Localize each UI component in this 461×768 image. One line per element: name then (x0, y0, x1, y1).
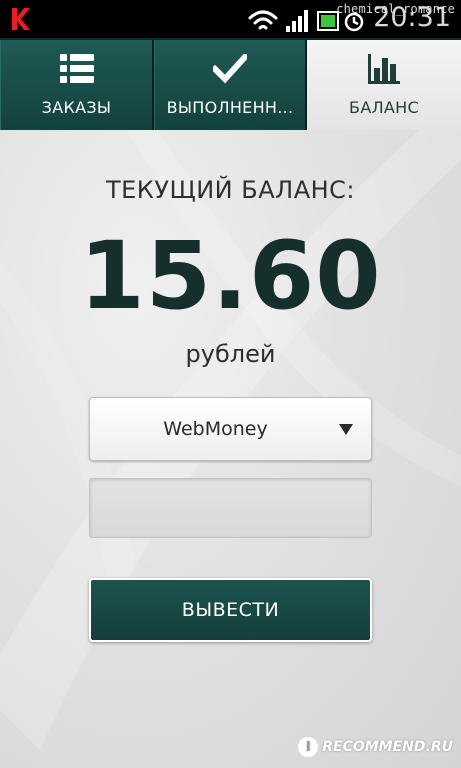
balance-amount: 15.60 (79, 222, 382, 331)
tab-balance-label: БАЛАНС (349, 98, 419, 117)
site-watermark: I RECOMMEND.RU (298, 734, 453, 760)
battery-icon (317, 11, 339, 31)
tab-orders[interactable]: ЗАКАЗЫ (0, 40, 154, 130)
tab-balance[interactable]: БАЛАНС (307, 40, 461, 130)
status-bar: 20:31 chemical_romance (0, 0, 461, 38)
balance-screen: ТЕКУЩИЙ БАЛАНС: 15.60 рублей WebMoney ВЫ… (0, 130, 461, 768)
signal-icon (286, 10, 308, 32)
site-watermark-text: RECOMMEND.RU (322, 739, 453, 755)
irecommend-logo-icon: I (298, 737, 319, 757)
list-icon (59, 54, 94, 83)
tab-bar: ЗАКАЗЫ ВЫПОЛНЕНН... БАЛАНС (0, 38, 461, 130)
alarm-icon (344, 12, 364, 32)
chevron-down-icon (339, 424, 353, 435)
wifi-icon (248, 10, 278, 30)
payment-method-value: WebMoney (163, 418, 268, 440)
tab-completed[interactable]: ВЫПОЛНЕНН... (154, 40, 307, 130)
withdraw-button[interactable]: ВЫВЕСТИ (89, 578, 372, 642)
bar-chart-icon (368, 54, 400, 84)
kaspersky-logo-icon (8, 6, 34, 32)
balance-currency: рублей (185, 340, 276, 368)
checkmark-icon (213, 54, 247, 84)
tab-orders-label: ЗАКАЗЫ (41, 98, 112, 117)
amount-input[interactable] (89, 478, 372, 538)
balance-caption: ТЕКУЩИЙ БАЛАНС: (105, 176, 355, 204)
watermark-username: chemical_romance (336, 2, 455, 16)
payment-method-select[interactable]: WebMoney (89, 397, 372, 461)
tab-completed-label: ВЫПОЛНЕНН... (166, 98, 294, 117)
